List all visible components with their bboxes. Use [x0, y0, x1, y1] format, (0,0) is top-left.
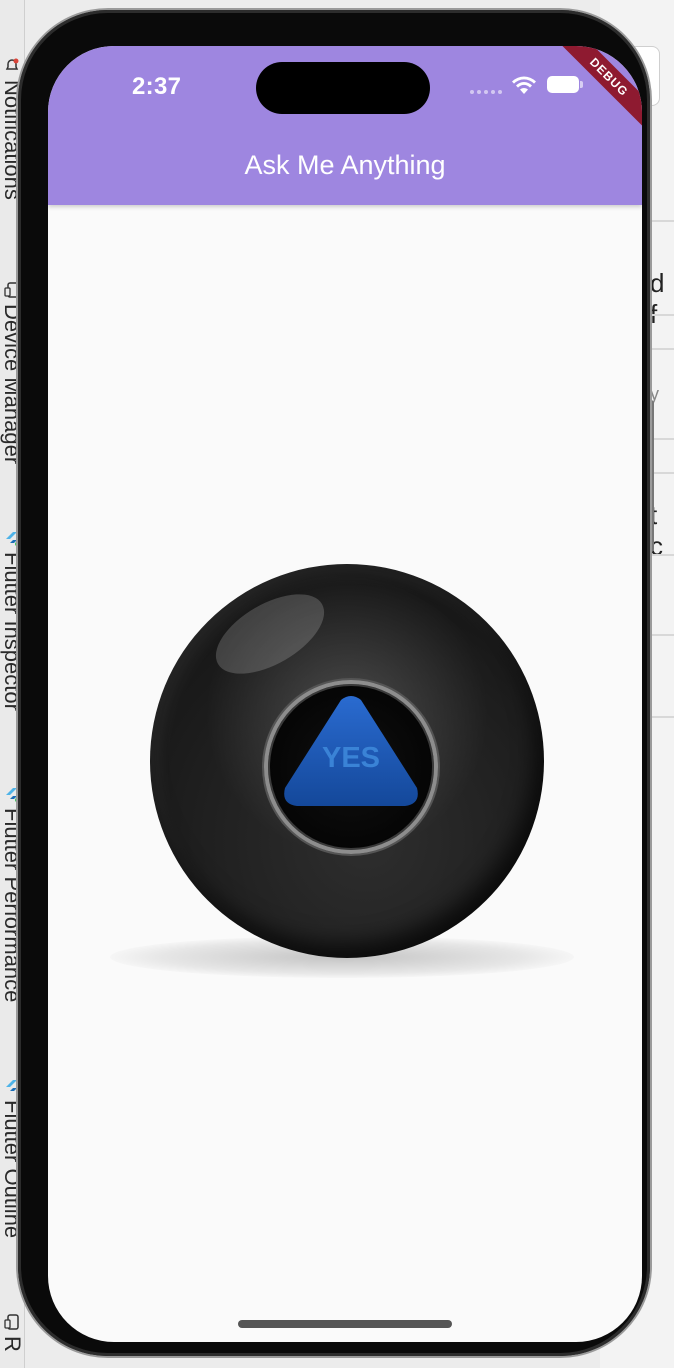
answer-text: YES — [321, 742, 381, 774]
home-indicator[interactable] — [238, 1320, 452, 1328]
debug-banner: DEBUG — [541, 46, 642, 145]
ball-highlight — [203, 578, 337, 690]
bell-icon — [4, 58, 20, 74]
battery-icon — [547, 76, 583, 93]
wifi-icon — [512, 76, 536, 94]
app-title: Ask Me Anything — [244, 150, 446, 180]
tool-tab-label: R — [0, 1336, 25, 1352]
background-text: d f — [650, 268, 665, 329]
status-time: 2:37 — [132, 73, 182, 100]
magic-8-ball-image: YES — [150, 564, 544, 958]
magic-ball-button[interactable]: YES — [110, 562, 574, 982]
cellular-signal-icon — [470, 90, 502, 94]
device-screen: 2:37 DEBUG Ask Me Anything YES — [48, 46, 642, 1342]
app-bar: 2:37 DEBUG Ask Me Anything — [48, 46, 642, 205]
tool-tab-running-devices[interactable]: R — [0, 1314, 25, 1352]
phone-icon — [4, 1314, 20, 1330]
ball-window: YES — [264, 680, 438, 854]
dynamic-island — [256, 62, 430, 114]
device-frame: 2:37 DEBUG Ask Me Anything YES — [18, 10, 650, 1356]
